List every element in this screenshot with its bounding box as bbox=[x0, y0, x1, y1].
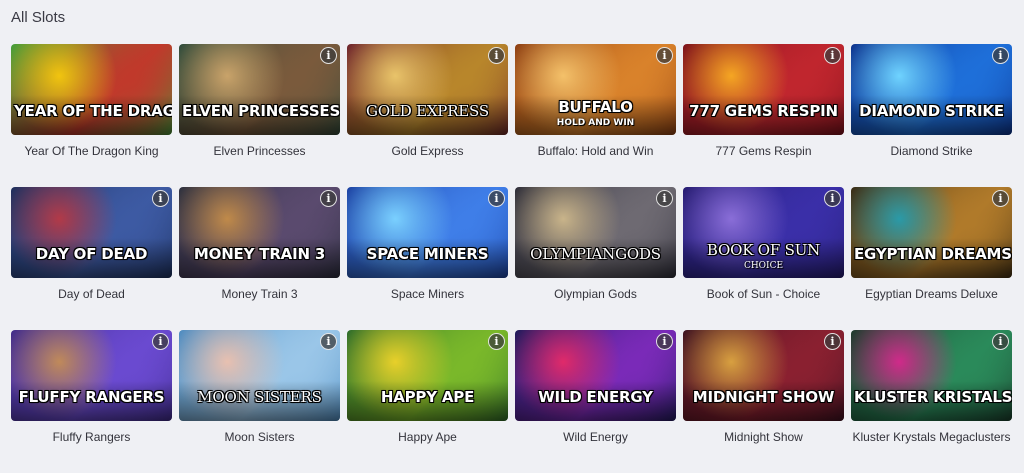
game-thumbnail[interactable]: DAY OF DEAD i bbox=[11, 187, 172, 278]
game-grid: YEAR OF THE DRAGON KING Year Of The Drago… bbox=[11, 44, 1012, 473]
thumbnail-logo-text: OLYMPIANGODS bbox=[530, 245, 661, 263]
game-thumbnail[interactable]: YEAR OF THE DRAGON KING bbox=[11, 44, 172, 135]
info-icon[interactable]: i bbox=[824, 190, 841, 207]
thumbnail-logo-text: HAPPY APE bbox=[380, 388, 475, 406]
thumbnail-logo-text: FLUFFY RANGERS bbox=[18, 388, 165, 406]
thumbnail-logo-subtext: HOLD AND WIN bbox=[556, 118, 635, 128]
game-card[interactable]: ELVEN PRINCESSES i Elven Princesses bbox=[179, 44, 340, 187]
game-card[interactable]: DAY OF DEAD i Day of Dead bbox=[11, 187, 172, 330]
game-thumbnail[interactable]: DIAMOND STRIKE i bbox=[851, 44, 1012, 135]
game-name[interactable]: Year Of The Dragon King bbox=[11, 143, 172, 159]
info-icon[interactable]: i bbox=[992, 47, 1009, 64]
game-card[interactable]: HAPPY APE i Happy Ape bbox=[347, 330, 508, 473]
game-name[interactable]: Moon Sisters bbox=[179, 429, 340, 445]
info-icon[interactable]: i bbox=[488, 190, 505, 207]
game-name[interactable]: Book of Sun - Choice bbox=[683, 286, 844, 302]
game-card[interactable]: BUFFALO HOLD AND WIN i Buffalo: Hold and Wi… bbox=[515, 44, 676, 187]
game-thumbnail[interactable]: FLUFFY RANGERS i bbox=[11, 330, 172, 421]
game-thumbnail[interactable]: MONEY TRAIN 3 i bbox=[179, 187, 340, 278]
game-name[interactable]: Buffalo: Hold and Win bbox=[515, 143, 676, 159]
game-name[interactable]: Gold Express bbox=[347, 143, 508, 159]
thumbnail-logo-text: MOON SISTERS bbox=[197, 388, 322, 406]
info-icon[interactable]: i bbox=[992, 333, 1009, 350]
game-card[interactable]: SPACE MINERS i Space Miners bbox=[347, 187, 508, 330]
info-icon[interactable]: i bbox=[152, 333, 169, 350]
game-card[interactable]: MOON SISTERS i Moon Sisters bbox=[179, 330, 340, 473]
game-card[interactable]: YEAR OF THE DRAGON KING Year Of The Drago… bbox=[11, 44, 172, 187]
game-card[interactable]: WILD ENERGY i Wild Energy bbox=[515, 330, 676, 473]
thumbnail-logo-text: 777 GEMS RESPIN bbox=[689, 102, 838, 120]
thumbnail-logo-text: WILD ENERGY bbox=[538, 388, 653, 406]
info-icon[interactable]: i bbox=[488, 47, 505, 64]
game-card[interactable]: GOLD EXPRESS i Gold Express bbox=[347, 44, 508, 187]
game-name[interactable]: 777 Gems Respin bbox=[683, 143, 844, 159]
thumbnail-logo-text: BUFFALO bbox=[558, 98, 633, 116]
game-card[interactable]: 777 GEMS RESPIN i 777 Gems Respin bbox=[683, 44, 844, 187]
game-name[interactable]: Money Train 3 bbox=[179, 286, 340, 302]
game-name[interactable]: Egyptian Dreams Deluxe bbox=[851, 286, 1012, 302]
game-name[interactable]: Diamond Strike bbox=[851, 143, 1012, 159]
game-name[interactable]: Space Miners bbox=[347, 286, 508, 302]
thumbnail-logo-subtext: CHOICE bbox=[743, 261, 784, 271]
game-name[interactable]: Kluster Krystals Megaclusters bbox=[851, 429, 1012, 445]
game-card[interactable]: EGYPTIAN DREAMS i Egyptian Dreams Deluxe bbox=[851, 187, 1012, 330]
thumbnail-logo-text: SPACE MINERS bbox=[366, 245, 489, 263]
game-card[interactable]: FLUFFY RANGERS i Fluffy Rangers bbox=[11, 330, 172, 473]
thumbnail-logo-text: DIAMOND STRIKE bbox=[859, 102, 1004, 120]
info-icon[interactable]: i bbox=[992, 190, 1009, 207]
game-name[interactable]: Wild Energy bbox=[515, 429, 676, 445]
game-thumbnail[interactable]: SPACE MINERS i bbox=[347, 187, 508, 278]
game-thumbnail[interactable]: BUFFALO HOLD AND WIN i bbox=[515, 44, 676, 135]
game-card[interactable]: KLUSTER KRISTALS i Kluster Krystals Megacl… bbox=[851, 330, 1012, 473]
thumbnail-logo-text: BOOK OF SUN bbox=[706, 241, 821, 259]
game-card[interactable]: OLYMPIANGODS i Olympian Gods bbox=[515, 187, 676, 330]
game-thumbnail[interactable]: ELVEN PRINCESSES i bbox=[179, 44, 340, 135]
thumbnail-logo-text: ELVEN PRINCESSES bbox=[182, 102, 340, 120]
thumbnail-logo-text: EGYPTIAN DREAMS bbox=[854, 245, 1012, 263]
info-icon[interactable]: i bbox=[656, 190, 673, 207]
game-thumbnail[interactable]: WILD ENERGY i bbox=[515, 330, 676, 421]
game-name[interactable]: Midnight Show bbox=[683, 429, 844, 445]
section-title: All Slots bbox=[11, 9, 66, 26]
game-name[interactable]: Happy Ape bbox=[347, 429, 508, 445]
game-card[interactable]: BOOK OF SUN CHOICE i Book of Sun - Choice bbox=[683, 187, 844, 330]
game-thumbnail[interactable]: HAPPY APE i bbox=[347, 330, 508, 421]
info-icon[interactable]: i bbox=[152, 190, 169, 207]
thumbnail-logo-text: MONEY TRAIN 3 bbox=[193, 245, 326, 263]
game-name[interactable]: Olympian Gods bbox=[515, 286, 676, 302]
thumbnail-logo-text: MIDNIGHT SHOW bbox=[692, 388, 835, 406]
thumbnail-logo-text: GOLD EXPRESS bbox=[366, 102, 489, 120]
info-icon[interactable]: i bbox=[824, 47, 841, 64]
game-name[interactable]: Fluffy Rangers bbox=[11, 429, 172, 445]
info-icon[interactable]: i bbox=[488, 333, 505, 350]
info-icon[interactable]: i bbox=[320, 47, 337, 64]
thumbnail-logo-text: YEAR OF THE DRAGON KING bbox=[14, 102, 172, 120]
info-icon[interactable]: i bbox=[320, 333, 337, 350]
game-card[interactable]: MIDNIGHT SHOW i Midnight Show bbox=[683, 330, 844, 473]
info-icon[interactable]: i bbox=[656, 333, 673, 350]
game-name[interactable]: Elven Princesses bbox=[179, 143, 340, 159]
game-thumbnail[interactable]: KLUSTER KRISTALS i bbox=[851, 330, 1012, 421]
game-thumbnail[interactable]: 777 GEMS RESPIN i bbox=[683, 44, 844, 135]
thumbnail-logo-text: KLUSTER KRISTALS bbox=[854, 388, 1012, 406]
info-icon[interactable]: i bbox=[656, 47, 673, 64]
game-name[interactable]: Day of Dead bbox=[11, 286, 172, 302]
game-thumbnail[interactable]: MOON SISTERS i bbox=[179, 330, 340, 421]
thumbnail-logo-text: DAY OF DEAD bbox=[35, 245, 148, 263]
info-icon[interactable]: i bbox=[320, 190, 337, 207]
game-thumbnail[interactable]: BOOK OF SUN CHOICE i bbox=[683, 187, 844, 278]
game-thumbnail[interactable]: GOLD EXPRESS i bbox=[347, 44, 508, 135]
game-thumbnail[interactable]: EGYPTIAN DREAMS i bbox=[851, 187, 1012, 278]
game-thumbnail[interactable]: OLYMPIANGODS i bbox=[515, 187, 676, 278]
game-card[interactable]: DIAMOND STRIKE i Diamond Strike bbox=[851, 44, 1012, 187]
game-card[interactable]: MONEY TRAIN 3 i Money Train 3 bbox=[179, 187, 340, 330]
game-thumbnail[interactable]: MIDNIGHT SHOW i bbox=[683, 330, 844, 421]
info-icon[interactable]: i bbox=[824, 333, 841, 350]
